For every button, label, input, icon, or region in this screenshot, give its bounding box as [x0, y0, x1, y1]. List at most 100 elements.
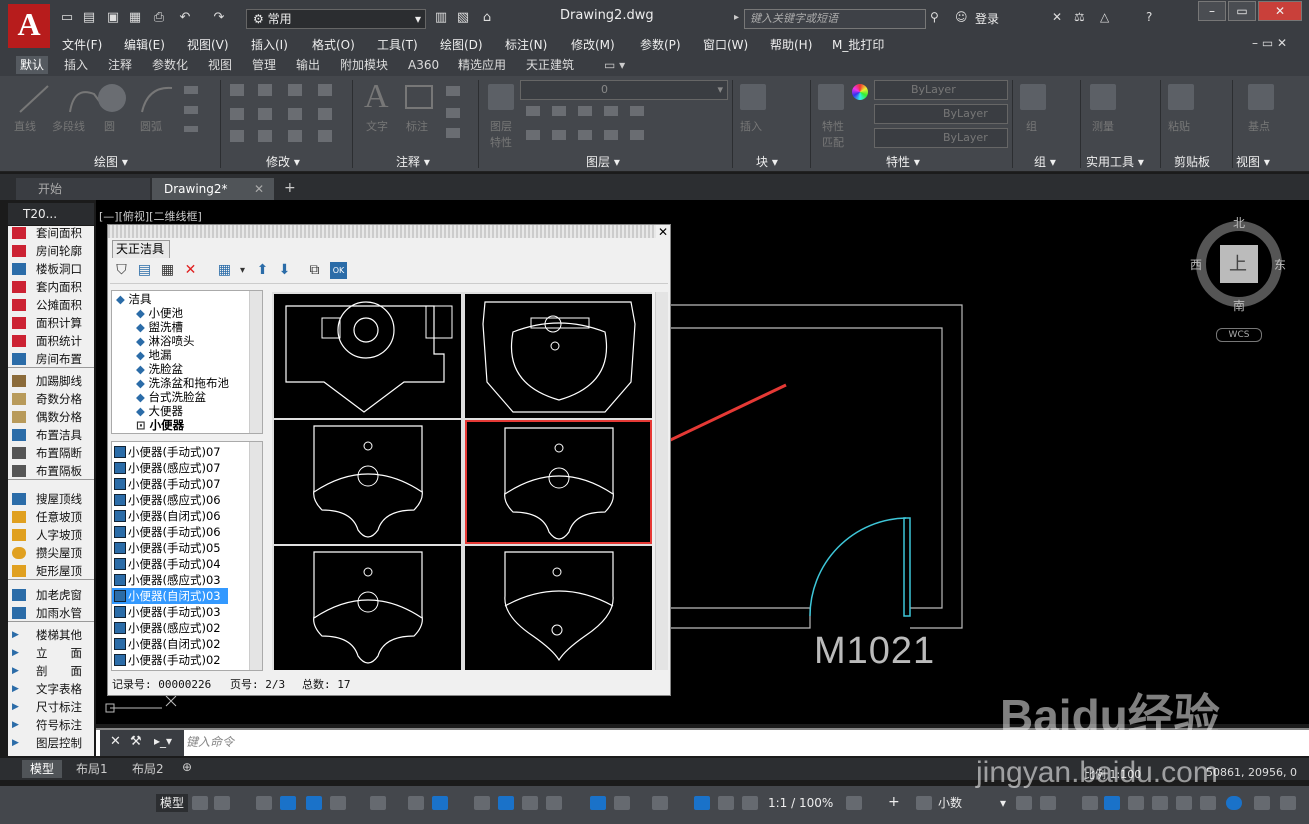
palette-item[interactable]: 攒尖屋顶: [8, 544, 94, 562]
lock-ui-icon[interactable]: [1040, 796, 1056, 810]
menu-view[interactable]: 视图(V): [187, 36, 229, 53]
tool-group[interactable]: 组: [1026, 118, 1037, 134]
layout-tab-2[interactable]: 布局2: [124, 760, 172, 778]
gizmo-icon[interactable]: [652, 796, 668, 810]
list-item[interactable]: 小便器(自闭式)06: [112, 508, 250, 524]
ribbon-tab-insert[interactable]: 插入: [60, 56, 92, 74]
customize-icon[interactable]: [1280, 796, 1296, 810]
replace-icon[interactable]: ⧉: [306, 262, 323, 279]
layer-select[interactable]: 0 ▾: [520, 80, 728, 100]
clean-screen-icon[interactable]: [1226, 796, 1242, 810]
cart-icon[interactable]: ⚖: [1074, 10, 1085, 24]
menu-window[interactable]: 窗口(W): [703, 36, 748, 53]
menu-insert[interactable]: 插入(I): [251, 36, 288, 53]
tarch-toggle-icon[interactable]: [1104, 796, 1120, 810]
a360-icon[interactable]: △: [1100, 10, 1109, 24]
tool-measure[interactable]: 测量: [1092, 118, 1114, 134]
menu-draw[interactable]: 绘图(D): [440, 36, 483, 53]
palette-item[interactable]: 房间轮廓: [8, 242, 94, 260]
gear-icon[interactable]: [846, 796, 862, 810]
dynamic-ucs-icon[interactable]: [590, 796, 606, 810]
palette-item[interactable]: 搜屋顶线: [8, 490, 94, 508]
palette-item[interactable]: ▶ 立 面: [8, 644, 94, 662]
measure-icon[interactable]: [1090, 84, 1116, 110]
tool-dimension[interactable]: 标注: [406, 118, 428, 134]
tool-polyline[interactable]: 多段线: [52, 118, 85, 134]
menu-format[interactable]: 格式(O): [312, 36, 355, 53]
list-item[interactable]: 小便器(手动式)07: [112, 476, 250, 492]
lineweight-icon[interactable]: [474, 796, 490, 810]
ribbon-tab-addins[interactable]: 附加模块: [336, 56, 392, 74]
palette-item[interactable]: 加老虎窗: [8, 586, 94, 604]
tool-layer-properties[interactable]: 图层特性: [486, 118, 516, 150]
command-input[interactable]: 键入命令: [186, 733, 586, 750]
tool-paste[interactable]: 粘贴: [1168, 118, 1190, 134]
new-library-icon[interactable]: ▤: [136, 262, 153, 279]
workspace-select[interactable]: ⚙ 常用 ▾: [246, 9, 426, 29]
tree-item[interactable]: ◆ 洗脸盆: [136, 362, 183, 376]
exchange-icon[interactable]: ✕: [1052, 10, 1062, 24]
tree-item[interactable]: ◆ 淋浴喷头: [136, 334, 195, 348]
delete-icon[interactable]: ✕: [182, 262, 199, 279]
list-item-selected[interactable]: 小便器(自闭式)03: [112, 588, 228, 604]
layout-tab-model[interactable]: 模型: [22, 760, 63, 778]
list-item[interactable]: 小便器(手动式)02: [112, 652, 250, 668]
menu-help[interactable]: 帮助(H): [770, 36, 812, 53]
binoculars-icon[interactable]: ⚲: [930, 10, 939, 24]
panel-group[interactable]: 组 ▾: [1034, 153, 1056, 170]
palette-item[interactable]: 矩形屋顶: [8, 562, 94, 580]
undo-icon[interactable]: ↶: [176, 10, 194, 26]
list-item[interactable]: 小便器(手动式)05: [112, 540, 250, 556]
dialog-drag-handle[interactable]: [108, 225, 656, 238]
search-input[interactable]: 键入关键字或短语: [744, 9, 926, 29]
tree-item[interactable]: ◆ 盥洗槽: [136, 320, 183, 334]
palette-item[interactable]: 公摊面积: [8, 296, 94, 314]
file-tab-drawing2[interactable]: Drawing2* ✕: [152, 178, 274, 200]
doc-window-controls[interactable]: – ▭ ✕: [1252, 36, 1287, 50]
transparency-icon[interactable]: [498, 796, 514, 810]
palette-item[interactable]: 人字坡顶: [8, 526, 94, 544]
tarch-palette-title[interactable]: T20...: [8, 203, 94, 225]
color-select[interactable]: ByLayer: [874, 80, 1008, 100]
panel-layer[interactable]: 图层 ▾: [586, 153, 620, 170]
close-icon[interactable]: ✕: [110, 734, 121, 749]
polar-icon[interactable]: [330, 796, 346, 810]
tool-circle[interactable]: 圆: [104, 118, 115, 134]
compass-west[interactable]: 西: [1190, 256, 1202, 273]
palette-item[interactable]: 奇数分格: [8, 390, 94, 408]
wrench-icon[interactable]: ⚒: [130, 734, 142, 749]
open-file-icon[interactable]: ▤: [80, 10, 98, 26]
tool-insert-block[interactable]: 插入: [740, 118, 762, 134]
tool-arc[interactable]: 圆弧: [140, 118, 162, 134]
list-item[interactable]: 小便器(感应式)03: [112, 572, 250, 588]
ribbon-tab-parametric[interactable]: 参数化: [148, 56, 192, 74]
menu-file[interactable]: 文件(F): [62, 36, 102, 53]
tree-item[interactable]: ◆ 大便器: [136, 404, 183, 418]
login-button[interactable]: 登录: [975, 10, 999, 27]
group-icon[interactable]: [1020, 84, 1046, 110]
palette-item[interactable]: 套内面积: [8, 278, 94, 296]
scale-selector[interactable]: 1:1 / 100%: [768, 794, 833, 812]
compass-north[interactable]: 北: [1233, 214, 1245, 231]
ribbon-tab-view[interactable]: 视图: [204, 56, 236, 74]
user-icon[interactable]: ☺: [955, 10, 968, 24]
palette-item[interactable]: ▶ 符号标注: [8, 716, 94, 734]
arrow-up-icon[interactable]: ⬆: [254, 262, 271, 279]
panel-clipboard[interactable]: 剪贴板: [1174, 153, 1210, 170]
close-icon[interactable]: ✕: [254, 178, 264, 200]
palette-item[interactable]: ▶ 文字表格: [8, 680, 94, 698]
tree-item[interactable]: ◆ 洗涤盆和拖布池: [136, 376, 229, 390]
tree-item-selected[interactable]: ⊡ 小便器: [136, 418, 184, 432]
palette-item[interactable]: ▶ 图层控制: [8, 734, 94, 752]
annotation-scale-icon[interactable]: [742, 796, 758, 810]
palette-item[interactable]: 面积计算: [8, 314, 94, 332]
ribbon-tab-annotate[interactable]: 注释: [104, 56, 136, 74]
panel-modify[interactable]: 修改 ▾: [266, 153, 300, 170]
modify-tools-icons[interactable]: [226, 80, 346, 150]
search-expand-icon[interactable]: ▸: [734, 12, 739, 23]
fixture-thumb[interactable]: [465, 546, 652, 670]
tarch-fill-icon[interactable]: [1152, 796, 1168, 810]
panel-view[interactable]: 视图 ▾: [1236, 153, 1270, 170]
tool-line[interactable]: 直线: [14, 118, 36, 134]
redo-icon[interactable]: ↷: [210, 10, 228, 26]
